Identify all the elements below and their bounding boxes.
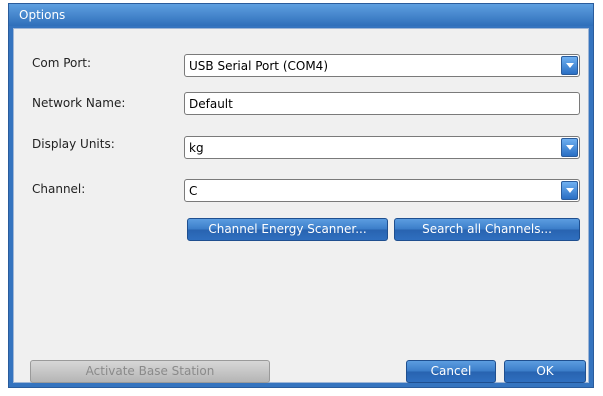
window-title: Options <box>19 8 66 22</box>
com-port-dropdown-button[interactable] <box>561 56 578 75</box>
ok-button[interactable]: OK <box>504 360 586 383</box>
search-all-channels-button[interactable]: Search all Channels... <box>394 218 580 241</box>
network-name-value: Default <box>189 97 233 111</box>
title-bar[interactable]: Options <box>9 4 593 26</box>
options-dialog: Options Com Port: USB Serial Port (COM4)… <box>8 3 594 388</box>
channel-dropdown-button[interactable] <box>561 181 578 200</box>
display-units-select[interactable]: kg <box>184 136 580 159</box>
network-name-label: Network Name: <box>32 96 126 110</box>
chevron-down-icon <box>566 63 574 68</box>
chevron-down-icon <box>566 188 574 193</box>
chevron-down-icon <box>566 145 574 150</box>
display-units-dropdown-button[interactable] <box>561 138 578 157</box>
display-units-label: Display Units: <box>32 137 115 151</box>
cancel-button[interactable]: Cancel <box>406 360 496 383</box>
display-units-value: kg <box>189 141 204 155</box>
com-port-label: Com Port: <box>32 56 92 70</box>
activate-base-station-button[interactable]: Activate Base Station <box>30 360 270 383</box>
channel-energy-scanner-button[interactable]: Channel Energy Scanner... <box>187 218 388 241</box>
com-port-select[interactable]: USB Serial Port (COM4) <box>184 54 580 77</box>
network-name-field[interactable]: Default <box>184 92 580 115</box>
dialog-content: Com Port: USB Serial Port (COM4) Network… <box>13 28 589 383</box>
channel-value: C <box>189 184 198 198</box>
channel-select[interactable]: C <box>184 179 580 202</box>
com-port-value: USB Serial Port (COM4) <box>189 59 328 73</box>
channel-label: Channel: <box>32 182 86 196</box>
